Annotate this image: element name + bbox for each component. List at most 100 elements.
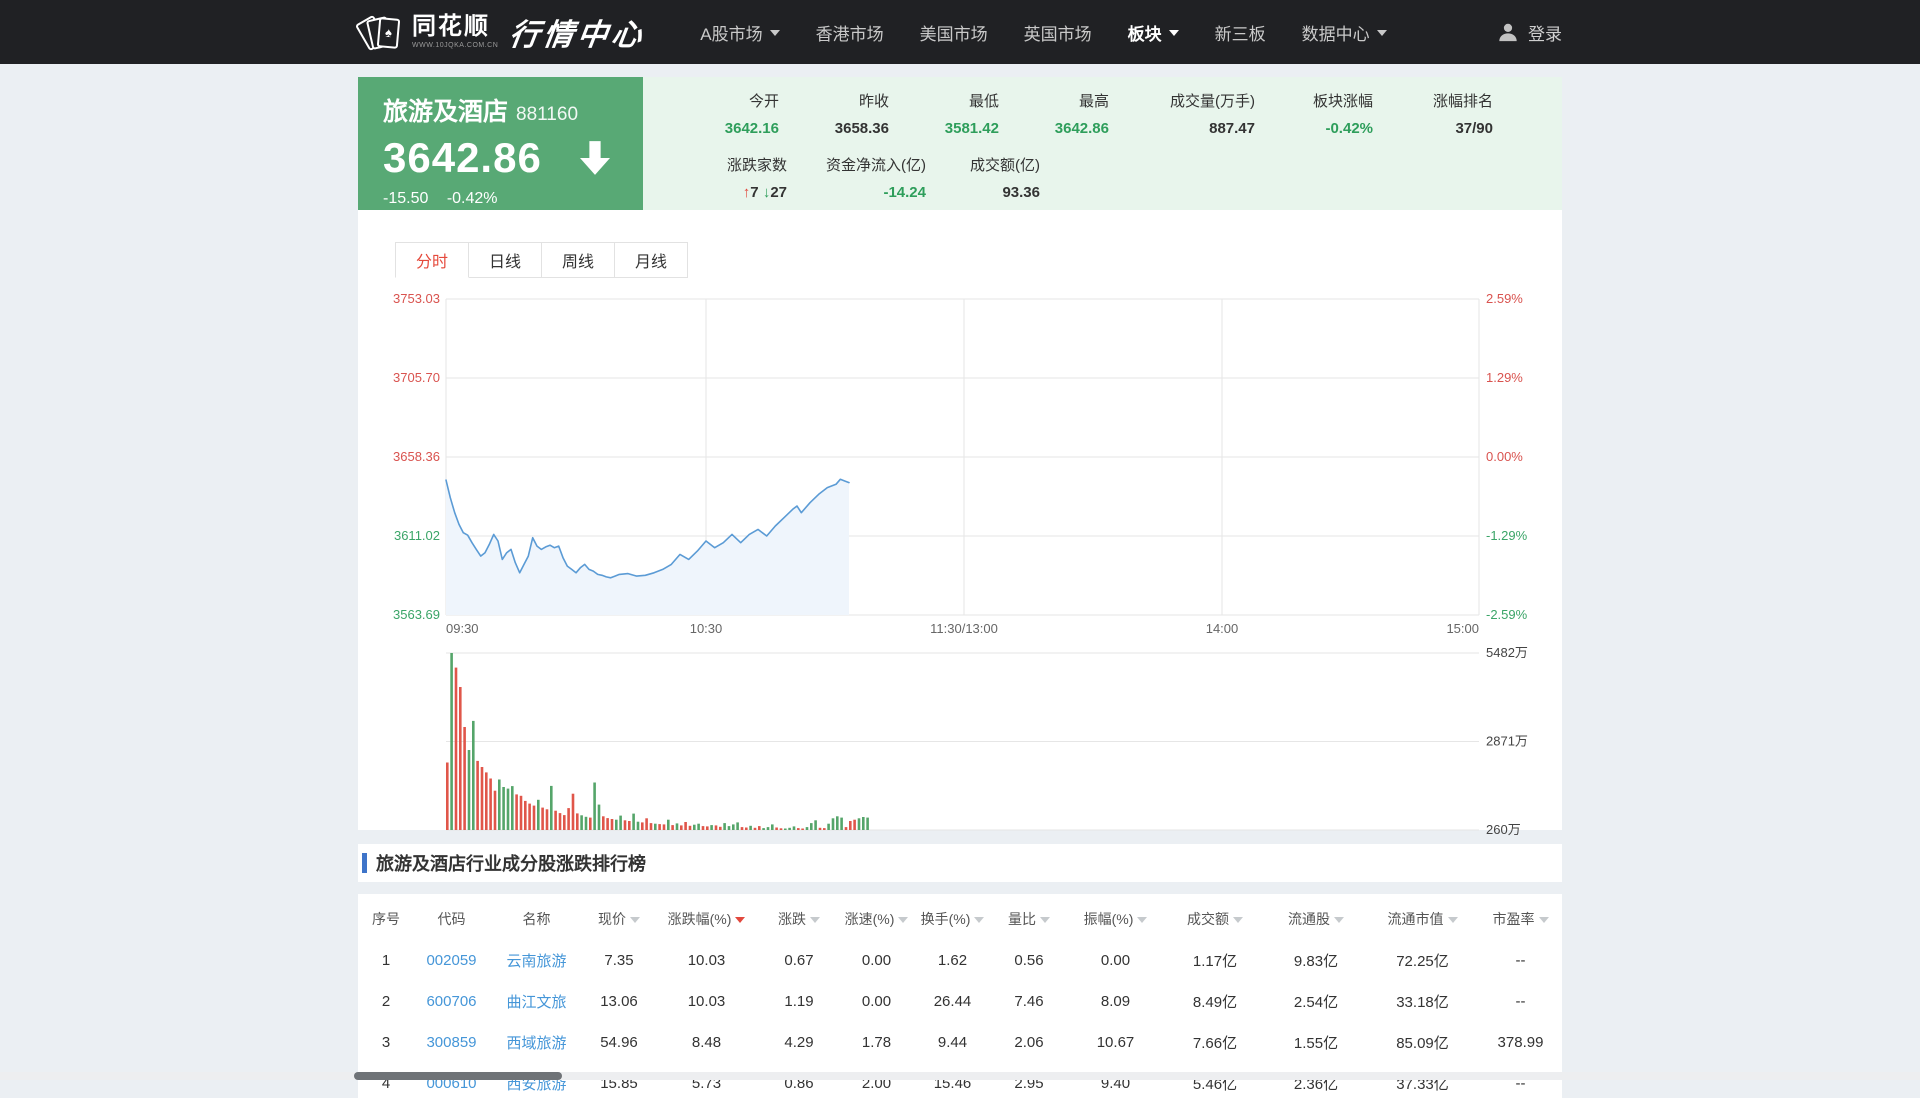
tab-2[interactable]: 周线 xyxy=(541,242,615,278)
section-title-bar xyxy=(362,853,367,873)
main-navigation: A股市场 香港市场 美国市场 英国市场 板块 新三板 数据中心 xyxy=(700,20,1386,45)
table-cell: 1.19 xyxy=(759,993,839,1010)
column-header-label: 涨速(%) xyxy=(845,909,895,929)
column-header-label: 量比 xyxy=(1008,909,1036,929)
stat-item: 资金净流入(亿)-14.24 xyxy=(801,154,926,201)
table-cell: -- xyxy=(1479,993,1562,1010)
stock-name-link[interactable]: 西域旅游 xyxy=(489,1032,584,1053)
column-header-11[interactable]: 流通股 xyxy=(1266,909,1366,929)
table-cell: 8.09 xyxy=(1067,993,1164,1010)
column-header-10[interactable]: 成交额 xyxy=(1164,909,1266,929)
column-header-label: 涨跌 xyxy=(778,909,806,929)
sector-change-pct: -0.42% xyxy=(447,190,498,207)
table-cell: 0.00 xyxy=(1067,952,1164,969)
table-cell: 85.09亿 xyxy=(1366,1032,1479,1053)
sort-arrow-icon xyxy=(630,917,640,923)
svg-text:-2.59%: -2.59% xyxy=(1486,607,1528,622)
nav-item-label: 板块 xyxy=(1128,20,1162,45)
ths-logo[interactable]: ♠ 同花顺 WWW.10JQKA.COM.CN 行情中心 xyxy=(358,10,646,54)
svg-text:2.59%: 2.59% xyxy=(1486,291,1523,306)
column-header-label: 换手(%) xyxy=(921,909,971,929)
sector-name: 旅游及酒店 xyxy=(383,92,508,128)
stat-label: 成交量(万手) xyxy=(1123,90,1255,111)
table-cell: 26.44 xyxy=(914,993,991,1010)
table-row: 4000610西安旅游15.855.730.862.0015.462.959.4… xyxy=(358,1063,1562,1098)
column-header-label: 代码 xyxy=(438,909,466,929)
table-header-row: 序号 代码 名称现价涨跌幅(%) 涨跌 涨速(%) 换手(%) 量比 振幅(%)成交额 流通股 流… xyxy=(358,898,1562,940)
stock-code-link[interactable]: 300859 xyxy=(414,1034,489,1051)
column-header-2: 名称 xyxy=(489,909,584,929)
svg-text:3705.70: 3705.70 xyxy=(393,370,440,385)
ranking-title: 旅游及酒店行业成分股涨跌排行榜 xyxy=(376,850,646,876)
stock-code-link[interactable]: 002059 xyxy=(414,952,489,969)
tab-3[interactable]: 月线 xyxy=(614,242,688,278)
stat-item: 板块涨幅 -0.42% xyxy=(1269,90,1373,137)
column-header-0: 序号 xyxy=(358,909,414,929)
table-cell: 33.18亿 xyxy=(1366,991,1479,1012)
column-header-3[interactable]: 现价 xyxy=(584,909,654,929)
column-header-4[interactable]: 涨跌幅(%) xyxy=(654,909,759,929)
table-cell: 10.67 xyxy=(1067,1034,1164,1051)
column-header-label: 涨跌幅(%) xyxy=(668,909,732,929)
table-cell: 9.83亿 xyxy=(1266,950,1366,971)
sector-change: -15.50 xyxy=(383,190,428,207)
nav-item-4[interactable]: 板块 xyxy=(1128,20,1179,45)
nav-item-0[interactable]: A股市场 xyxy=(700,20,779,45)
table-cell: 0.67 xyxy=(759,952,839,969)
column-header-label: 序号 xyxy=(372,909,400,929)
price-chart: 3753.032.59%3705.701.29%3658.360.00%3611… xyxy=(358,288,1562,640)
stat-label: 今开 xyxy=(691,90,779,111)
column-header-1: 代码 xyxy=(414,909,489,929)
sort-arrow-icon xyxy=(1448,917,1458,923)
stat-item: 最高3642.86 xyxy=(1013,90,1109,137)
table-cell: 8.48 xyxy=(654,1034,759,1051)
nav-item-6[interactable]: 数据中心 xyxy=(1302,20,1387,45)
table-cell: 10.03 xyxy=(654,993,759,1010)
sort-arrow-icon xyxy=(810,917,820,923)
sector-code: 881160 xyxy=(516,104,578,126)
svg-text:3563.69: 3563.69 xyxy=(393,607,440,622)
stat-item: 涨跌家数↑7 ↓27 xyxy=(691,154,787,201)
sort-arrow-icon xyxy=(1040,917,1050,923)
table-cell: 0.56 xyxy=(991,952,1067,969)
chart-card: 分时日线周线月线 3753.032.59%3705.701.29%3658.36… xyxy=(358,210,1562,830)
table-cell: 3 xyxy=(358,1034,414,1051)
sort-arrow-icon xyxy=(1539,917,1549,923)
login-button[interactable]: 登录 xyxy=(1497,20,1562,45)
horizontal-scrollbar-thumb[interactable] xyxy=(354,1072,562,1080)
stat-item: 涨幅排名37/90 xyxy=(1387,90,1493,137)
nav-item-label: 英国市场 xyxy=(1024,20,1092,45)
column-header-label: 流通股 xyxy=(1288,909,1330,929)
svg-text:11:30/13:00: 11:30/13:00 xyxy=(930,621,998,636)
stat-value: 93.36 xyxy=(940,184,1040,201)
tab-1[interactable]: 日线 xyxy=(468,242,542,278)
svg-text:15:00: 15:00 xyxy=(1446,621,1479,636)
column-header-9[interactable]: 振幅(%) xyxy=(1067,909,1164,929)
table-row: 2600706曲江文旅13.0610.031.190.0026.447.468.… xyxy=(358,981,1562,1022)
column-header-6[interactable]: 涨速(%) xyxy=(839,909,914,929)
stock-code-link[interactable]: 600706 xyxy=(414,993,489,1010)
stock-name-link[interactable]: 曲江文旅 xyxy=(489,991,584,1012)
top-navbar: ♠ 同花顺 WWW.10JQKA.COM.CN 行情中心 A股市场 香港市场 美国市… xyxy=(0,0,1920,64)
column-header-12[interactable]: 流通市值 xyxy=(1366,909,1479,929)
stat-value: -0.42% xyxy=(1269,120,1373,137)
stock-name-link[interactable]: 云南旅游 xyxy=(489,950,584,971)
brand-url: WWW.10JQKA.COM.CN xyxy=(412,42,498,49)
column-header-5[interactable]: 涨跌 xyxy=(759,909,839,929)
table-cell: 54.96 xyxy=(584,1034,654,1051)
nav-item-2[interactable]: 美国市场 xyxy=(920,20,988,45)
column-header-13[interactable]: 市盈率 xyxy=(1479,909,1562,929)
stat-value: 3642.86 xyxy=(1013,120,1109,137)
column-header-7[interactable]: 换手(%) xyxy=(914,909,991,929)
stat-item: 昨收3658.36 xyxy=(793,90,889,137)
table-cell: 2 xyxy=(358,993,414,1010)
tab-0[interactable]: 分时 xyxy=(395,242,469,278)
stat-item: 最低3581.42 xyxy=(903,90,999,137)
column-header-8[interactable]: 量比 xyxy=(991,909,1067,929)
nav-item-3[interactable]: 英国市场 xyxy=(1024,20,1092,45)
nav-item-label: 美国市场 xyxy=(920,20,988,45)
nav-item-1[interactable]: 香港市场 xyxy=(816,20,884,45)
stat-label: 板块涨幅 xyxy=(1269,90,1373,111)
stat-label: 涨跌家数 xyxy=(691,154,787,175)
nav-item-5[interactable]: 新三板 xyxy=(1215,20,1266,45)
